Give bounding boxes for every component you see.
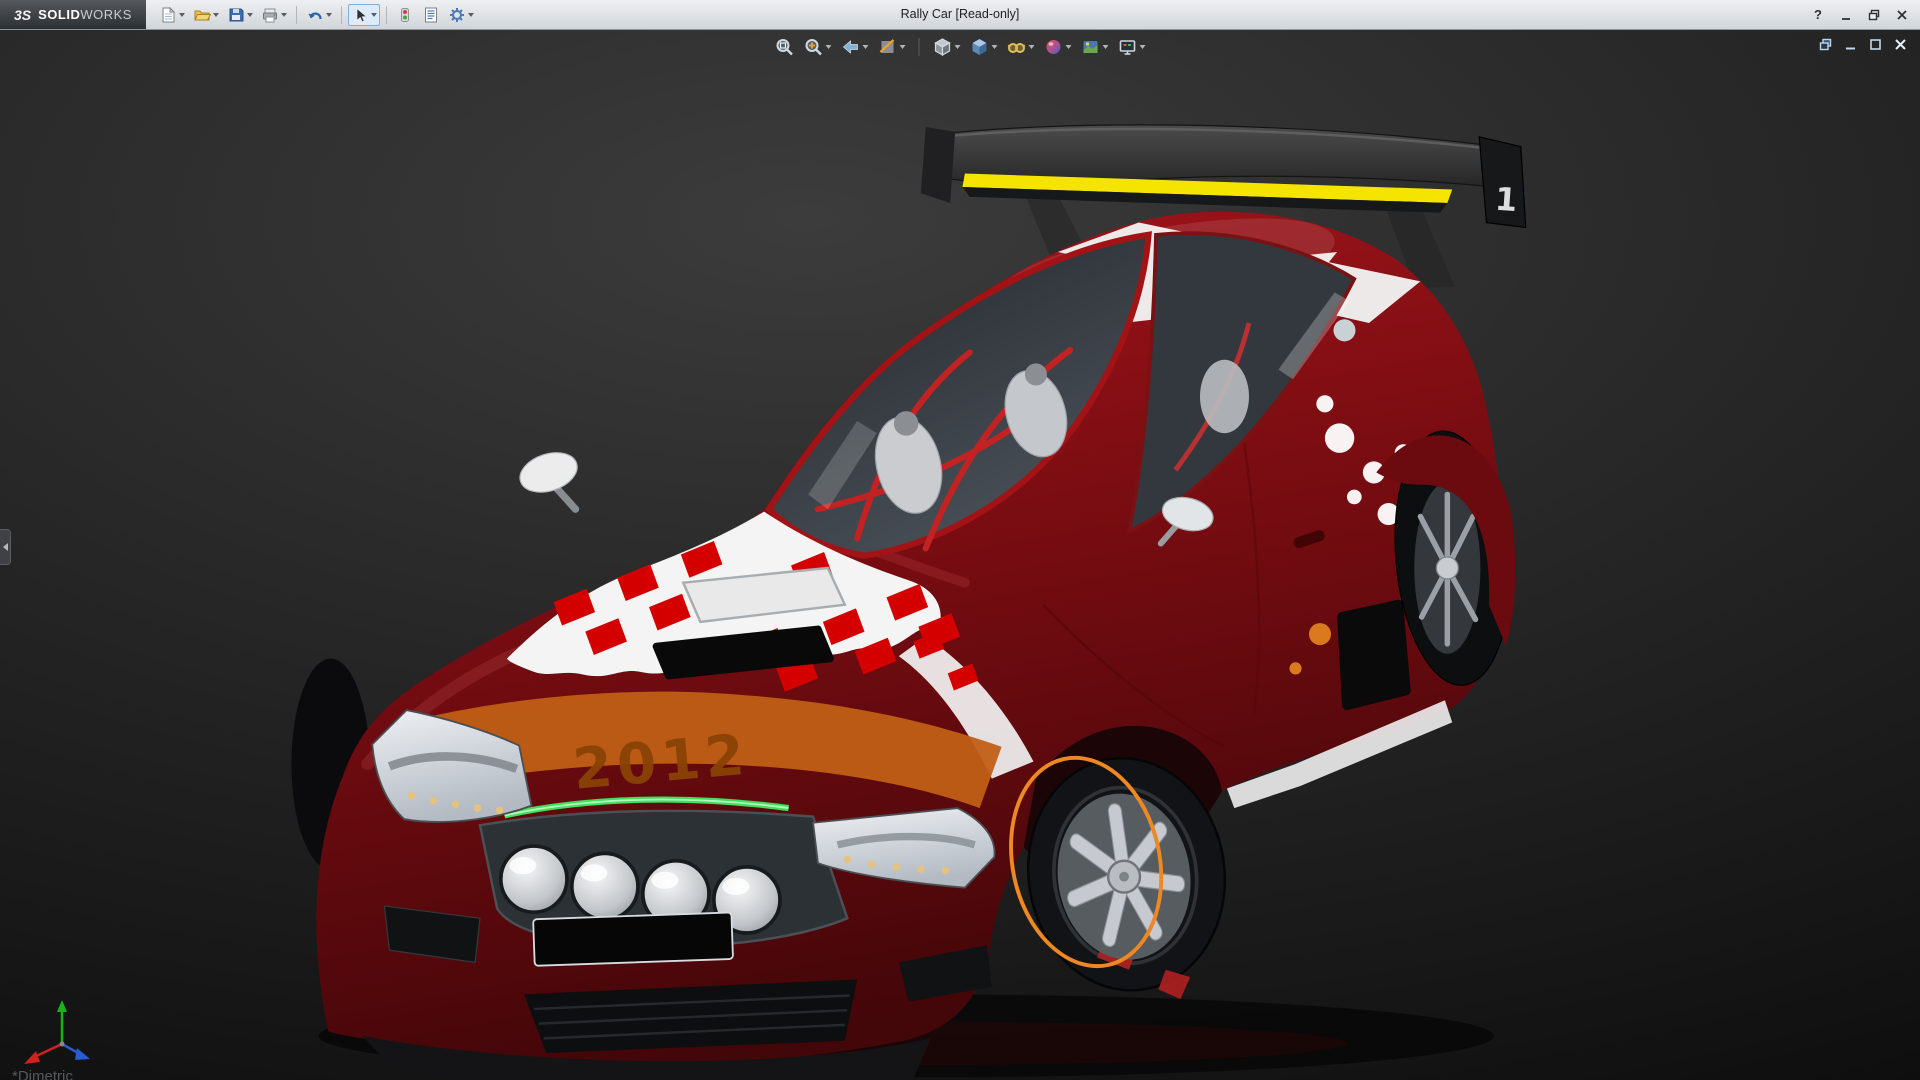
maximize-document-button[interactable] bbox=[1867, 36, 1883, 52]
open-folder-icon bbox=[193, 6, 211, 24]
undo-icon bbox=[306, 6, 324, 24]
view-orientation-icon bbox=[933, 37, 953, 57]
close-icon bbox=[1895, 8, 1909, 22]
chevron-down-icon[interactable] bbox=[826, 45, 832, 49]
display-style-button[interactable] bbox=[970, 37, 998, 57]
license-plate[interactable] bbox=[533, 912, 733, 965]
graphics-area[interactable]: 1 bbox=[0, 29, 1920, 1080]
document-window-controls bbox=[1817, 36, 1908, 52]
chevron-down-icon[interactable] bbox=[468, 13, 474, 17]
rally-car-model[interactable]: 1 bbox=[0, 29, 1920, 1080]
toolbar-separator bbox=[919, 38, 920, 56]
view-orientation-label: *Dimetric bbox=[12, 1068, 73, 1080]
restore-icon bbox=[1867, 8, 1881, 22]
select-cursor-icon bbox=[351, 6, 369, 24]
minimize-button[interactable] bbox=[1838, 7, 1854, 23]
wing-number: 1 bbox=[1494, 180, 1519, 219]
view-orientation-button[interactable] bbox=[933, 37, 961, 57]
edit-appearance-button[interactable] bbox=[1044, 37, 1072, 57]
select-button[interactable] bbox=[348, 4, 380, 26]
open-button[interactable] bbox=[190, 4, 222, 26]
section-view-icon bbox=[878, 37, 898, 57]
apply-scene-button[interactable] bbox=[1081, 37, 1109, 57]
new-document-icon bbox=[159, 6, 177, 24]
options-gear-icon bbox=[448, 6, 466, 24]
previous-view-button[interactable] bbox=[841, 37, 869, 57]
hide-show-items-button[interactable] bbox=[1007, 37, 1035, 57]
edit-appearance-icon bbox=[1044, 37, 1064, 57]
close-document-button[interactable] bbox=[1892, 36, 1908, 52]
chevron-down-icon[interactable] bbox=[213, 13, 219, 17]
x-axis-arrow bbox=[24, 1051, 40, 1064]
hide-show-items-icon bbox=[1007, 37, 1027, 57]
toolbar-separator bbox=[386, 6, 387, 24]
quick-access-toolbar bbox=[156, 0, 477, 29]
panel-collapse-tab[interactable] bbox=[0, 529, 11, 565]
restore-button[interactable] bbox=[1866, 7, 1882, 23]
view-settings-icon bbox=[1118, 37, 1138, 57]
view-settings-button[interactable] bbox=[1118, 37, 1146, 57]
chevron-left-icon bbox=[3, 543, 8, 551]
chevron-down-icon[interactable] bbox=[371, 13, 377, 17]
options-button[interactable] bbox=[445, 4, 477, 26]
3ds-logo-mark: 3S bbox=[14, 7, 31, 23]
previous-view-icon bbox=[841, 37, 861, 57]
y-axis-arrow bbox=[57, 1000, 67, 1012]
zoom-to-area-icon bbox=[804, 37, 824, 57]
help-button[interactable]: ? bbox=[1810, 7, 1826, 23]
chevron-down-icon[interactable] bbox=[1140, 45, 1146, 49]
chevron-down-icon[interactable] bbox=[247, 13, 253, 17]
chevron-down-icon[interactable] bbox=[179, 13, 185, 17]
maximize-document-icon bbox=[1868, 37, 1883, 52]
minimize-document-button[interactable] bbox=[1842, 36, 1858, 52]
new-document-button[interactable] bbox=[156, 4, 188, 26]
orientation-triad bbox=[16, 998, 100, 1070]
chevron-down-icon[interactable] bbox=[1103, 45, 1109, 49]
chevron-down-icon[interactable] bbox=[992, 45, 998, 49]
save-button[interactable] bbox=[224, 4, 256, 26]
save-icon bbox=[227, 6, 245, 24]
side-vent bbox=[1342, 605, 1406, 705]
zoom-to-fit-button[interactable] bbox=[775, 37, 795, 57]
chevron-down-icon[interactable] bbox=[326, 13, 332, 17]
toolbar-separator bbox=[296, 6, 297, 24]
undo-button[interactable] bbox=[303, 4, 335, 26]
solidworks-logo: 3S SOLIDWORKS bbox=[0, 0, 146, 29]
window-title: Rally Car [Read-only] bbox=[901, 0, 1020, 29]
z-axis-arrow bbox=[75, 1048, 90, 1060]
chevron-down-icon[interactable] bbox=[900, 45, 906, 49]
restore-down-document-button[interactable] bbox=[1817, 36, 1833, 52]
left-mirror[interactable] bbox=[515, 446, 582, 509]
section-view-button[interactable] bbox=[878, 37, 906, 57]
print-button[interactable] bbox=[258, 4, 290, 26]
zoom-to-fit-icon bbox=[775, 37, 795, 57]
toolbar-separator bbox=[341, 6, 342, 24]
close-button[interactable] bbox=[1894, 7, 1910, 23]
rebuild-icon bbox=[396, 6, 414, 24]
chevron-down-icon[interactable] bbox=[1066, 45, 1072, 49]
file-properties-icon bbox=[422, 6, 440, 24]
chevron-down-icon[interactable] bbox=[1029, 45, 1035, 49]
restore-down-icon bbox=[1818, 37, 1833, 52]
apply-scene-icon bbox=[1081, 37, 1101, 57]
chevron-down-icon[interactable] bbox=[281, 13, 287, 17]
close-document-icon bbox=[1893, 37, 1908, 52]
display-style-icon bbox=[970, 37, 990, 57]
heads-up-view-toolbar bbox=[775, 37, 1146, 57]
window-controls: ? bbox=[1810, 7, 1920, 23]
chevron-down-icon[interactable] bbox=[863, 45, 869, 49]
print-icon bbox=[261, 6, 279, 24]
zoom-to-area-button[interactable] bbox=[804, 37, 832, 57]
chevron-down-icon[interactable] bbox=[955, 45, 961, 49]
minimize-icon bbox=[1839, 8, 1853, 22]
file-properties-button[interactable] bbox=[419, 4, 443, 26]
title-bar: 3S SOLIDWORKS bbox=[0, 0, 1920, 30]
minimize-document-icon bbox=[1843, 37, 1858, 52]
brand-text: SOLIDWORKS bbox=[38, 6, 132, 24]
rebuild-button[interactable] bbox=[393, 4, 417, 26]
